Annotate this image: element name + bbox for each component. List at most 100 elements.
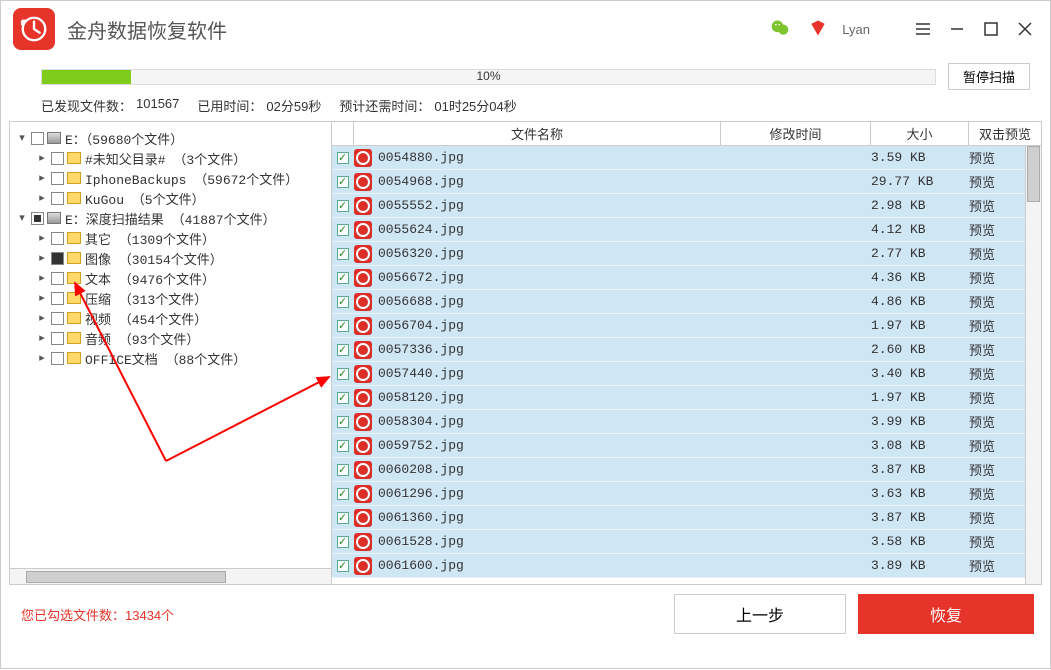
tree-checkbox[interactable] [51, 312, 64, 325]
file-row[interactable]: 0055624.jpg4.12 KB预览 [332, 218, 1041, 242]
pause-scan-button[interactable]: 暂停扫描 [948, 63, 1030, 90]
file-row[interactable]: 0056672.jpg4.36 KB预览 [332, 266, 1041, 290]
tree-checkbox[interactable] [51, 352, 64, 365]
tree-toggle-icon[interactable]: ▸ [36, 291, 48, 305]
row-checkbox[interactable] [332, 488, 354, 500]
file-row[interactable]: 0059752.jpg3.08 KB预览 [332, 434, 1041, 458]
row-checkbox[interactable] [332, 392, 354, 404]
file-name: 0055552.jpg [376, 198, 721, 213]
row-checkbox[interactable] [332, 200, 354, 212]
col-mtime[interactable]: 修改时间 [721, 122, 871, 145]
main-panel: ▾E：（59680个文件）▸#未知父目录# （3个文件）▸IphoneBacku… [9, 121, 1042, 585]
row-checkbox[interactable] [332, 464, 354, 476]
tree-toggle-icon[interactable]: ▸ [36, 251, 48, 265]
header-checkbox-col[interactable] [332, 122, 354, 145]
col-name[interactable]: 文件名称 [354, 122, 721, 145]
tree-toggle-icon[interactable]: ▸ [36, 171, 48, 185]
folder-icon [67, 232, 81, 244]
row-checkbox[interactable] [332, 296, 354, 308]
tree-toggle-icon[interactable]: ▸ [36, 331, 48, 345]
file-row[interactable]: 0057336.jpg2.60 KB预览 [332, 338, 1041, 362]
row-checkbox[interactable] [332, 320, 354, 332]
folder-icon [67, 292, 81, 304]
file-row[interactable]: 0061296.jpg3.63 KB预览 [332, 482, 1041, 506]
file-row[interactable]: 0058120.jpg1.97 KB预览 [332, 386, 1041, 410]
tree-toggle-icon[interactable]: ▸ [36, 231, 48, 245]
tree-node[interactable]: ▸文本 （9476个文件） [16, 268, 331, 288]
close-icon[interactable] [1008, 12, 1042, 46]
file-row[interactable]: 0054968.jpg29.77 KB预览 [332, 170, 1041, 194]
tree-checkbox[interactable] [51, 192, 64, 205]
tree-toggle-icon[interactable]: ▾ [16, 211, 28, 225]
file-row[interactable]: 0058304.jpg3.99 KB预览 [332, 410, 1041, 434]
tree-node[interactable]: ▸其它 （1309个文件） [16, 228, 331, 248]
tree-node[interactable]: ▾E：深度扫描结果 （41887个文件） [16, 208, 331, 228]
file-name: 0058120.jpg [376, 390, 721, 405]
row-checkbox[interactable] [332, 368, 354, 380]
file-row[interactable]: 0061600.jpg3.89 KB预览 [332, 554, 1041, 578]
row-checkbox[interactable] [332, 440, 354, 452]
wechat-icon[interactable] [770, 18, 790, 41]
row-checkbox[interactable] [332, 416, 354, 428]
tree-checkbox[interactable] [51, 232, 64, 245]
row-checkbox[interactable] [332, 176, 354, 188]
vip-diamond-icon[interactable] [808, 18, 828, 41]
minimize-icon[interactable] [940, 12, 974, 46]
file-row[interactable]: 0061528.jpg3.58 KB预览 [332, 530, 1041, 554]
recover-button[interactable]: 恢复 [858, 594, 1034, 634]
tree-toggle-icon[interactable]: ▸ [36, 351, 48, 365]
tree-checkbox[interactable] [51, 272, 64, 285]
file-row[interactable]: 0056704.jpg1.97 KB预览 [332, 314, 1041, 338]
image-file-icon [354, 197, 372, 215]
row-checkbox[interactable] [332, 152, 354, 164]
row-checkbox[interactable] [332, 272, 354, 284]
tree-node[interactable]: ▸视频 （454个文件） [16, 308, 331, 328]
username-label[interactable]: Lyan [842, 22, 870, 37]
image-file-icon [354, 293, 372, 311]
tree-node[interactable]: ▸KuGou （5个文件） [16, 188, 331, 208]
file-row[interactable]: 0057440.jpg3.40 KB预览 [332, 362, 1041, 386]
tree-toggle-icon[interactable]: ▸ [36, 191, 48, 205]
maximize-icon[interactable] [974, 12, 1008, 46]
tree-toggle-icon[interactable]: ▸ [36, 151, 48, 165]
status-row: 已发现文件数： 101567 已用时间： 02分59秒 预计还需时间： 01时2… [1, 94, 1050, 121]
tree-toggle-icon[interactable]: ▾ [16, 131, 28, 145]
tree-node[interactable]: ▸IphoneBackups （59672个文件） [16, 168, 331, 188]
tree-checkbox[interactable] [51, 292, 64, 305]
row-checkbox[interactable] [332, 560, 354, 572]
tree-toggle-icon[interactable]: ▸ [36, 311, 48, 325]
horizontal-scrollbar[interactable] [10, 568, 331, 584]
col-size[interactable]: 大小 [871, 122, 969, 145]
tree-node[interactable]: ▾E：（59680个文件） [16, 128, 331, 148]
vertical-scrollbar[interactable] [1025, 146, 1041, 584]
file-row[interactable]: 0056320.jpg2.77 KB预览 [332, 242, 1041, 266]
tree-checkbox[interactable] [31, 212, 44, 225]
tree-node[interactable]: ▸压缩 （313个文件） [16, 288, 331, 308]
tree-toggle-icon[interactable]: ▸ [36, 271, 48, 285]
row-checkbox[interactable] [332, 248, 354, 260]
tree-node[interactable]: ▸#未知父目录# （3个文件） [16, 148, 331, 168]
file-row[interactable]: 0054880.jpg3.59 KB预览 [332, 146, 1041, 170]
col-preview[interactable]: 双击预览 [969, 122, 1041, 145]
tree-checkbox[interactable] [51, 152, 64, 165]
row-checkbox[interactable] [332, 224, 354, 236]
image-file-icon [354, 509, 372, 527]
menu-icon[interactable] [906, 12, 940, 46]
tree-checkbox[interactable] [51, 172, 64, 185]
file-row[interactable]: 0060208.jpg3.87 KB预览 [332, 458, 1041, 482]
file-row[interactable]: 0061360.jpg3.87 KB预览 [332, 506, 1041, 530]
tree-checkbox[interactable] [31, 132, 44, 145]
file-row[interactable]: 0055552.jpg2.98 KB预览 [332, 194, 1041, 218]
row-checkbox[interactable] [332, 536, 354, 548]
folder-tree[interactable]: ▾E：（59680个文件）▸#未知父目录# （3个文件）▸IphoneBacku… [10, 122, 332, 584]
file-row[interactable]: 0056688.jpg4.86 KB预览 [332, 290, 1041, 314]
file-size: 3.99 KB [871, 414, 969, 429]
tree-checkbox[interactable] [51, 252, 64, 265]
tree-node[interactable]: ▸OFFICE文档 （88个文件） [16, 348, 331, 368]
tree-checkbox[interactable] [51, 332, 64, 345]
prev-step-button[interactable]: 上一步 [674, 594, 846, 634]
tree-node[interactable]: ▸图像 （30154个文件） [16, 248, 331, 268]
tree-node[interactable]: ▸音频 （93个文件） [16, 328, 331, 348]
row-checkbox[interactable] [332, 512, 354, 524]
row-checkbox[interactable] [332, 344, 354, 356]
